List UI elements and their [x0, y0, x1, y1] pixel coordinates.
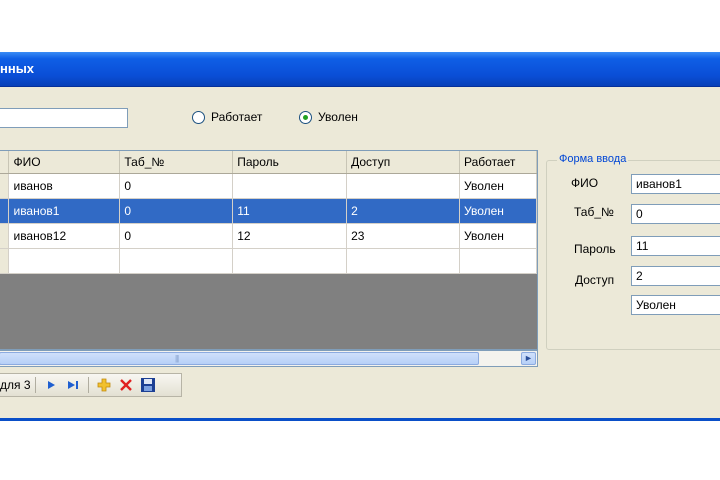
main-window: нных Работает Уволен ФИО Таб_№ Пароль До…: [0, 52, 720, 421]
save-button[interactable]: [139, 376, 157, 394]
input-form-legend: Форма ввода: [557, 153, 629, 165]
cell-password[interactable]: 12: [232, 223, 348, 249]
data-grid[interactable]: ФИО Таб_№ Пароль Доступ Работает иванов …: [0, 150, 538, 350]
status-field[interactable]: Уволен: [631, 295, 720, 315]
grip-icon: |||: [175, 354, 179, 363]
row-header[interactable]: [0, 248, 10, 274]
row-header-corner: [0, 151, 10, 174]
cell-password[interactable]: 11: [232, 198, 348, 224]
cell-access[interactable]: [346, 248, 460, 274]
add-icon: [97, 378, 110, 392]
column-header-password[interactable]: Пароль: [232, 151, 348, 174]
cell-fio[interactable]: иванов12: [8, 223, 121, 249]
fio-label: ФИО: [571, 176, 599, 190]
search-input[interactable]: [0, 108, 128, 128]
cell-tab[interactable]: 0: [119, 198, 234, 224]
binding-navigator: для 3: [0, 373, 182, 397]
next-icon: [47, 381, 55, 389]
row-header[interactable]: [0, 173, 10, 199]
last-icon: [67, 381, 78, 389]
cell-tab[interactable]: [119, 248, 234, 274]
table-row[interactable]: иванов12 0 12 23 Уволен: [0, 223, 537, 249]
tab-field[interactable]: 0: [631, 204, 720, 224]
access-field[interactable]: 2: [631, 266, 720, 286]
cell-password[interactable]: [232, 173, 348, 199]
grid-table: ФИО Таб_№ Пароль Доступ Работает иванов …: [0, 151, 537, 274]
column-header-tab[interactable]: Таб_№: [119, 151, 234, 174]
save-icon: [140, 378, 155, 392]
add-new-button[interactable]: [95, 376, 113, 394]
grid-header-row: ФИО Таб_№ Пароль Доступ Работает: [0, 151, 537, 174]
title-bar[interactable]: нных: [0, 52, 720, 87]
scrollbar-thumb[interactable]: |||: [0, 352, 479, 365]
position-label: для 3: [0, 378, 31, 392]
password-label: Пароль: [574, 242, 616, 256]
radio-working[interactable]: Работает: [192, 110, 262, 124]
move-next-button[interactable]: [42, 376, 60, 394]
radio-fired-label: Уволен: [318, 110, 358, 124]
column-header-access[interactable]: Доступ: [346, 151, 460, 174]
row-header[interactable]: [0, 198, 10, 224]
cell-working[interactable]: Уволен: [459, 223, 537, 249]
tab-label: Таб_№: [574, 205, 614, 219]
radio-working-label: Работает: [211, 110, 263, 124]
scroll-right-button[interactable]: ►: [521, 352, 536, 365]
chevron-right-icon: ►: [524, 353, 533, 363]
cell-working[interactable]: [459, 248, 537, 274]
cell-tab[interactable]: 0: [119, 173, 234, 199]
cell-fio[interactable]: [8, 248, 121, 274]
cell-fio[interactable]: иванов1: [8, 198, 121, 224]
cell-tab[interactable]: 0: [119, 223, 234, 249]
cell-access[interactable]: 23: [346, 223, 460, 249]
window-title: нных: [0, 61, 35, 76]
fio-field[interactable]: иванов1: [631, 174, 720, 194]
row-header[interactable]: [0, 223, 10, 249]
cell-fio[interactable]: иванов: [8, 173, 121, 199]
horizontal-scrollbar[interactable]: ||| ►: [0, 350, 538, 367]
column-header-working[interactable]: Работает: [459, 151, 537, 174]
delete-button[interactable]: [117, 376, 135, 394]
move-last-button[interactable]: [64, 376, 82, 394]
table-row-selected[interactable]: иванов1 0 11 2 Уволен: [0, 198, 537, 224]
radio-fired-circle[interactable]: [299, 110, 312, 124]
cell-password[interactable]: [232, 248, 348, 274]
column-header-fio[interactable]: ФИО: [8, 151, 121, 174]
cell-working[interactable]: Уволен: [459, 198, 537, 224]
table-row-new[interactable]: [0, 248, 537, 274]
password-field[interactable]: 11: [631, 236, 720, 256]
cell-working[interactable]: Уволен: [459, 173, 537, 199]
radio-working-circle[interactable]: [192, 110, 205, 124]
radio-fired[interactable]: Уволен: [299, 110, 358, 124]
separator: [87, 377, 89, 393]
separator: [34, 377, 36, 393]
access-label: Доступ: [575, 273, 615, 287]
cell-access[interactable]: 2: [346, 198, 460, 224]
delete-icon: [119, 379, 132, 391]
table-row[interactable]: иванов 0 Уволен: [0, 173, 537, 199]
cell-access[interactable]: [346, 173, 460, 199]
